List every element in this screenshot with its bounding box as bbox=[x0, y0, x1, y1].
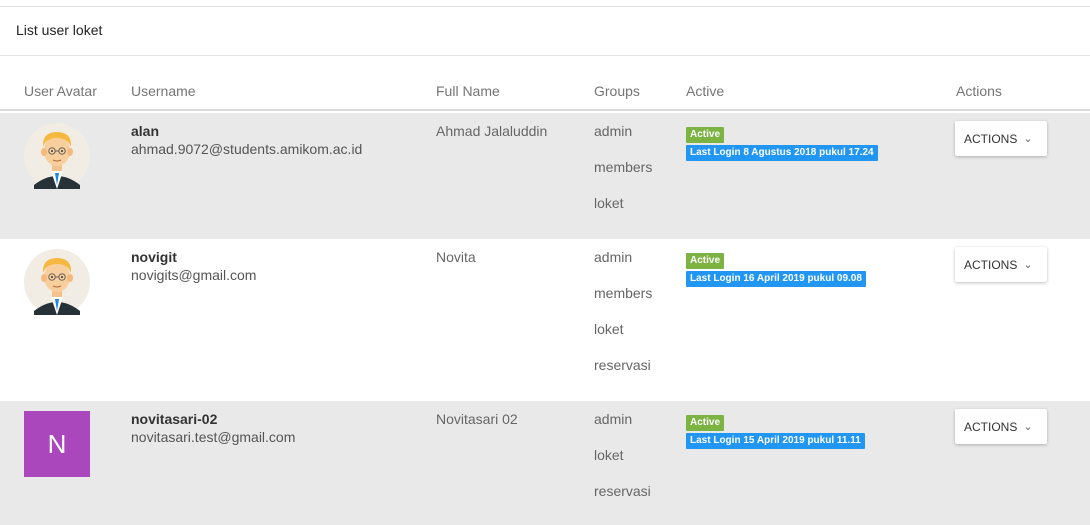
group-item: loket bbox=[594, 321, 624, 337]
actions-label: ACTIONS bbox=[964, 131, 1018, 146]
group-item: loket bbox=[594, 195, 624, 211]
group-item: members bbox=[594, 285, 653, 301]
group-item: admin bbox=[594, 123, 633, 139]
group-item: reservasi bbox=[594, 357, 651, 373]
group-list: admin members loket reservasi bbox=[594, 249, 652, 393]
actions-dropdown-button[interactable]: ACTIONS ⌄ bbox=[955, 121, 1047, 156]
actions-dropdown-button[interactable]: ACTIONS ⌄ bbox=[955, 409, 1047, 444]
top-divider bbox=[0, 6, 1090, 7]
last-login-badge: Last Login 8 Agustus 2018 pukul 17.24 bbox=[686, 145, 878, 161]
title-divider bbox=[0, 55, 1090, 56]
group-item: reservasi bbox=[594, 483, 651, 499]
active-badge: Active bbox=[686, 253, 725, 269]
user-email: novitasari.test@gmail.com bbox=[131, 429, 296, 445]
businessman-avatar-icon bbox=[24, 123, 90, 189]
status-badges: Active Last Login 15 April 2019 pukul 11… bbox=[686, 412, 865, 449]
user-email: novigits@gmail.com bbox=[131, 267, 257, 283]
avatar bbox=[24, 249, 90, 315]
table-header: User Avatar Username Full Name Groups Ac… bbox=[0, 74, 1090, 111]
header-user-avatar: User Avatar bbox=[24, 83, 97, 99]
username: novitasari-02 bbox=[131, 411, 218, 427]
group-item: admin bbox=[594, 249, 633, 265]
avatar bbox=[24, 123, 90, 189]
avatar: N bbox=[24, 411, 90, 477]
letter-avatar: N bbox=[24, 411, 90, 477]
table-row: N novitasari-02 novitasari.test@gmail.co… bbox=[0, 401, 1090, 525]
table-row: novigit novigits@gmail.com Novita admin … bbox=[0, 239, 1090, 401]
header-full-name: Full Name bbox=[436, 83, 500, 99]
group-item: loket bbox=[594, 447, 624, 463]
user-email: ahmad.9072@students.amikom.ac.id bbox=[131, 141, 363, 157]
header-username: Username bbox=[131, 83, 196, 99]
group-item: members bbox=[594, 159, 653, 175]
full-name: Novita bbox=[436, 249, 476, 265]
status-badges: Active Last Login 16 April 2019 pukul 09… bbox=[686, 250, 866, 287]
username: novigit bbox=[131, 249, 177, 265]
header-active: Active bbox=[686, 83, 725, 99]
chevron-down-icon: ⌄ bbox=[1023, 420, 1033, 433]
full-name: Novitasari 02 bbox=[436, 411, 518, 427]
last-login-badge: Last Login 16 April 2019 pukul 09.08 bbox=[686, 271, 866, 287]
active-badge: Active bbox=[686, 415, 725, 431]
actions-dropdown-button[interactable]: ACTIONS ⌄ bbox=[955, 247, 1047, 282]
group-list: admin loket reservasi bbox=[594, 411, 651, 519]
header-groups: Groups bbox=[594, 83, 640, 99]
group-item: admin bbox=[594, 411, 633, 427]
username: alan bbox=[131, 123, 160, 139]
full-name: Ahmad Jalaluddin bbox=[436, 123, 548, 139]
active-badge: Active bbox=[686, 127, 725, 143]
user-list-card: List user loket User Avatar Username Ful… bbox=[0, 0, 1090, 525]
status-badges: Active Last Login 8 Agustus 2018 pukul 1… bbox=[686, 124, 878, 161]
group-list: admin members loket bbox=[594, 123, 652, 231]
businessman-avatar-icon bbox=[24, 249, 90, 315]
table-row: alan ahmad.9072@students.amikom.ac.id Ah… bbox=[0, 113, 1090, 239]
chevron-down-icon: ⌄ bbox=[1023, 258, 1033, 271]
last-login-badge: Last Login 15 April 2019 pukul 11.11 bbox=[686, 433, 865, 449]
actions-label: ACTIONS bbox=[964, 257, 1018, 272]
actions-label: ACTIONS bbox=[964, 419, 1018, 434]
chevron-down-icon: ⌄ bbox=[1023, 132, 1033, 145]
header-actions: Actions bbox=[956, 83, 1002, 99]
card-title: List user loket bbox=[16, 22, 103, 38]
